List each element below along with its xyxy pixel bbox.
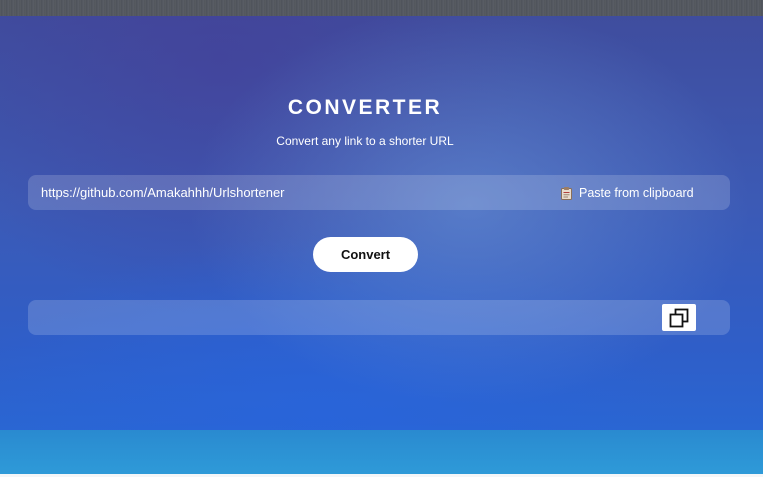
copy-icon (669, 308, 689, 328)
convert-button[interactable]: Convert (313, 237, 418, 272)
paste-button-label: Paste from clipboard (579, 186, 694, 200)
paste-from-clipboard-button[interactable]: Paste from clipboard (561, 184, 694, 202)
copy-button[interactable] (662, 304, 696, 331)
page-title: CONVERTER (287, 96, 443, 119)
url-input-container: Paste from clipboard (28, 175, 730, 210)
url-input[interactable] (41, 175, 541, 210)
short-url-output[interactable] (41, 300, 641, 335)
converter-panel (0, 16, 763, 430)
clipboard-icon (561, 186, 572, 200)
bottom-background-strip (0, 430, 763, 474)
page-subtitle: Convert any link to a shorter URL (276, 134, 454, 148)
result-container (28, 300, 730, 335)
top-background-strip (0, 0, 763, 16)
page: CONVERTER Convert any link to a shorter … (0, 0, 763, 477)
